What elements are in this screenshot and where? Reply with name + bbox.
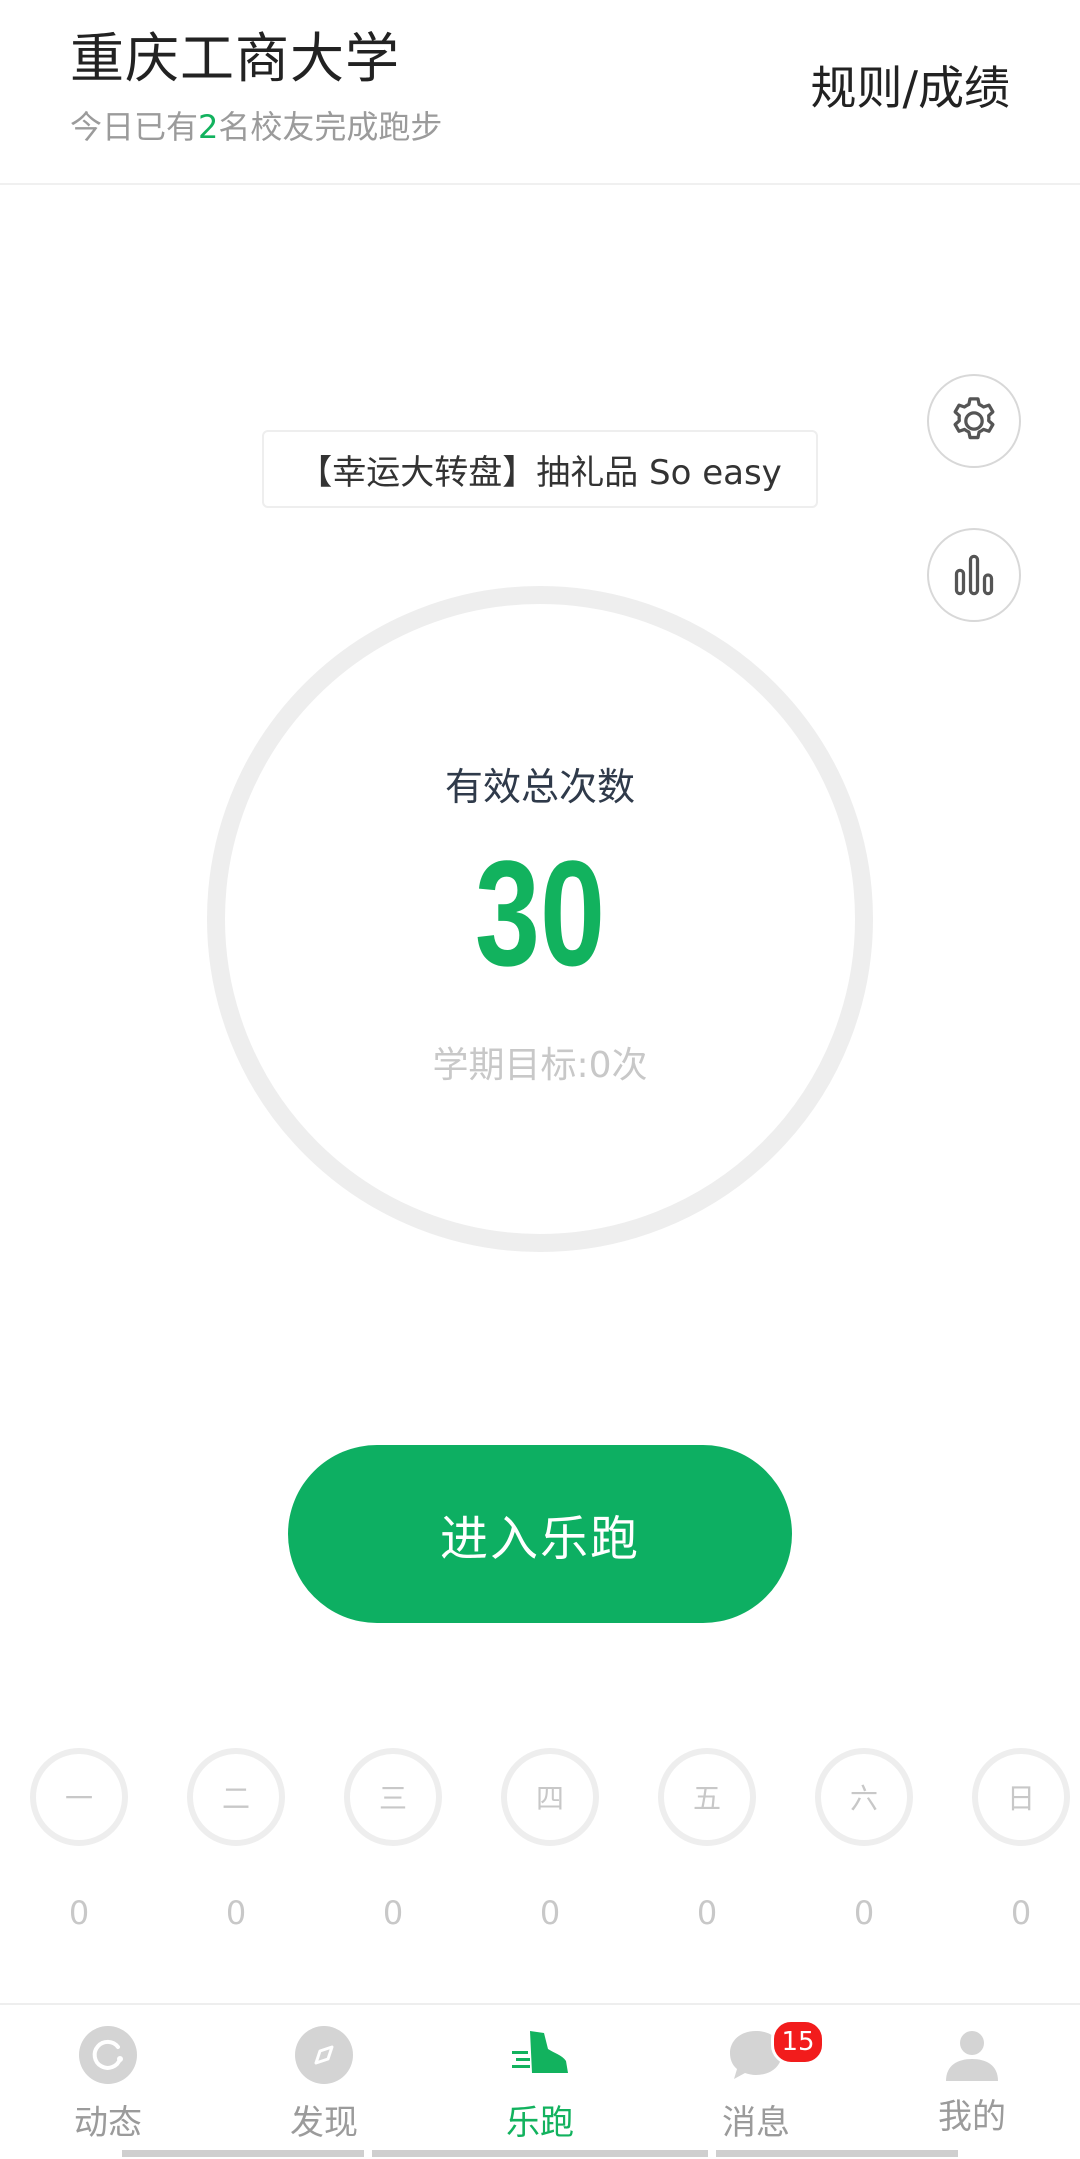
day-friday: 五 0 bbox=[658, 1748, 756, 1932]
day-circle: 二 bbox=[187, 1748, 285, 1846]
day-saturday: 六 0 bbox=[815, 1748, 913, 1932]
running-shoe-icon bbox=[512, 2031, 568, 2073]
day-count: 0 bbox=[1010, 1894, 1032, 1932]
school-title: 重庆工商大学 bbox=[70, 27, 400, 90]
tab-label: 动态 bbox=[74, 2103, 142, 2143]
rules-scores-link[interactable]: 规则/成绩 bbox=[811, 52, 1011, 118]
weekly-run-stats: 一 0 二 0 三 0 四 0 五 0 六 0 日 0 bbox=[0, 1748, 1080, 1932]
tab-label: 乐跑 bbox=[506, 2103, 574, 2143]
person-icon bbox=[946, 2031, 998, 2081]
valid-total-count: 30 bbox=[474, 829, 606, 997]
home-indicator bbox=[122, 2150, 364, 2157]
tab-label: 我的 bbox=[938, 2097, 1006, 2137]
gear-icon bbox=[953, 397, 995, 440]
day-count: 0 bbox=[225, 1894, 247, 1932]
day-wednesday: 三 0 bbox=[344, 1748, 442, 1932]
bottom-tab-bar: 动态 发现 乐跑 15 消息 我的 bbox=[0, 2003, 1080, 2159]
runner-count: 2 bbox=[198, 108, 219, 146]
day-circle: 四 bbox=[501, 1748, 599, 1846]
day-count: 0 bbox=[382, 1894, 404, 1932]
start-run-button[interactable]: 进入乐跑 bbox=[288, 1445, 792, 1623]
day-circle: 六 bbox=[815, 1748, 913, 1846]
day-circle: 五 bbox=[658, 1748, 756, 1846]
subtitle-prefix: 今日已有 bbox=[70, 108, 199, 146]
tab-run[interactable]: 乐跑 bbox=[465, 2005, 615, 2159]
unread-badge: 15 bbox=[771, 2019, 825, 2065]
compass-icon bbox=[295, 2026, 353, 2084]
day-sunday: 日 0 bbox=[972, 1748, 1070, 1932]
day-count: 0 bbox=[539, 1894, 561, 1932]
day-circle: 日 bbox=[972, 1748, 1070, 1846]
settings-button[interactable] bbox=[927, 374, 1021, 468]
tab-label: 消息 bbox=[722, 2103, 790, 2143]
semester-goal-text: 学期目标:0次 bbox=[432, 1045, 648, 1086]
tab-messages[interactable]: 15 消息 bbox=[681, 2005, 831, 2159]
today-runners-text: 今日已有2名校友完成跑步 bbox=[70, 102, 442, 148]
day-count: 0 bbox=[696, 1894, 718, 1932]
valid-total-label: 有效总次数 bbox=[444, 765, 635, 809]
header: 重庆工商大学 今日已有2名校友完成跑步 规则/成绩 bbox=[0, 0, 1080, 185]
home-indicator bbox=[372, 2150, 708, 2157]
tab-discover[interactable]: 发现 bbox=[249, 2005, 399, 2159]
lucky-wheel-banner[interactable]: 【幸运大转盘】抽礼品 So easy bbox=[262, 430, 818, 508]
tab-feed[interactable]: 动态 bbox=[33, 2005, 183, 2159]
day-tuesday: 二 0 bbox=[187, 1748, 285, 1932]
day-monday: 一 0 bbox=[30, 1748, 128, 1932]
bar-chart-icon bbox=[954, 554, 994, 596]
refresh-icon bbox=[79, 2026, 137, 2084]
statistics-button[interactable] bbox=[927, 528, 1021, 622]
day-count: 0 bbox=[853, 1894, 875, 1932]
day-circle: 一 bbox=[30, 1748, 128, 1846]
tab-label: 发现 bbox=[290, 2103, 358, 2143]
day-thursday: 四 0 bbox=[501, 1748, 599, 1932]
subtitle-suffix: 名校友完成跑步 bbox=[218, 108, 443, 146]
day-count: 0 bbox=[68, 1894, 90, 1932]
day-circle: 三 bbox=[344, 1748, 442, 1846]
tab-profile[interactable]: 我的 bbox=[897, 2005, 1047, 2159]
home-indicator bbox=[716, 2150, 958, 2157]
